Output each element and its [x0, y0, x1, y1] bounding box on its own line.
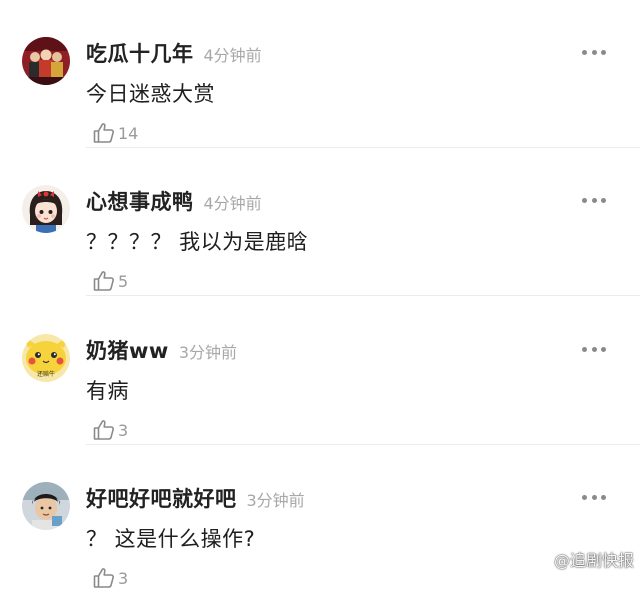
comment-text: ？？？？ 我以为是鹿晗 [86, 230, 309, 254]
comment-text: 今日迷惑大赏 [86, 82, 215, 106]
crowd-avatar-icon[interactable] [22, 37, 70, 85]
more-options-icon[interactable] [582, 341, 606, 357]
like-count: 3 [118, 568, 129, 588]
like-count: 3 [118, 420, 129, 440]
like-button[interactable]: 14 [92, 120, 138, 146]
avatar-caption: 还赔牛 [36, 371, 55, 378]
comment-header: 奶猪ww 3分钟前 [86, 335, 237, 365]
like-button[interactable]: 3 [92, 565, 128, 591]
username[interactable]: 好吧好吧就好吧 [86, 483, 237, 513]
divider [86, 295, 640, 296]
thumbs-up-icon [93, 568, 114, 588]
comment-text: ？ 这是什么操作? [86, 527, 256, 551]
timestamp: 3分钟前 [246, 491, 305, 510]
comment-header: 好吧好吧就好吧 3分钟前 [86, 483, 305, 513]
comment-text: 有病 [86, 379, 129, 403]
watermark: @追剧快报 [526, 547, 634, 571]
comment-item: 心想事成鸭 4分钟前 ？？？？ 我以为是鹿晗 5 [0, 148, 640, 296]
like-count: 5 [118, 271, 129, 291]
pikachu-avatar-icon[interactable]: 还赔牛 [22, 334, 70, 382]
timestamp: 3分钟前 [178, 343, 237, 362]
comment-header: 心想事成鸭 4分钟前 [86, 186, 262, 216]
username[interactable]: 奶猪ww [86, 335, 169, 365]
cartoon-girl-avatar-icon[interactable] [22, 185, 70, 233]
comment-header: 吃瓜十几年 4分钟前 [86, 38, 262, 68]
timestamp: 4分钟前 [203, 46, 262, 65]
like-button[interactable]: 3 [92, 417, 128, 443]
comment-item: 还赔牛 奶猪ww 3分钟前 有病 3 [0, 297, 640, 445]
thumbs-up-icon [93, 123, 114, 143]
timestamp: 4分钟前 [203, 194, 262, 213]
more-options-icon[interactable] [582, 44, 606, 60]
username[interactable]: 心想事成鸭 [86, 186, 194, 216]
thumbs-up-icon [93, 271, 114, 291]
more-options-icon[interactable] [582, 192, 606, 208]
boy-photo-avatar-icon[interactable] [22, 482, 70, 530]
weibo-logo-icon [526, 550, 550, 569]
watermark-text: @追剧快报 [553, 551, 634, 570]
thumbs-up-icon [93, 420, 114, 440]
username[interactable]: 吃瓜十几年 [86, 38, 194, 68]
like-button[interactable]: 5 [92, 268, 128, 294]
like-count: 14 [118, 123, 139, 143]
more-options-icon[interactable] [582, 489, 606, 505]
comment-item: 吃瓜十几年 4分钟前 今日迷惑大赏 14 [0, 0, 640, 148]
